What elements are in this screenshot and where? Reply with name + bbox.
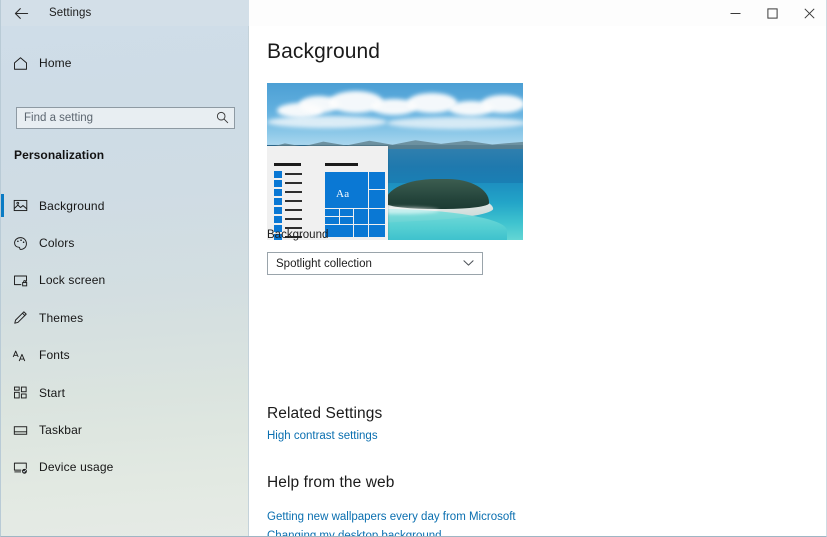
background-field-label: Background — [267, 229, 329, 241]
link-changing-desktop-background[interactable]: Changing my desktop background — [267, 530, 442, 536]
home-icon — [1, 56, 39, 71]
preview-mock-window: Aa — [267, 146, 388, 240]
sidebar-item-lock-screen[interactable]: Lock screen — [1, 262, 248, 299]
sidebar-item-label: Device usage — [39, 460, 114, 475]
preview-mock-line — [285, 191, 302, 194]
link-getting-new-wallpapers[interactable]: Getting new wallpapers every day from Mi… — [267, 511, 516, 523]
sidebar-item-background[interactable]: Background — [1, 187, 248, 224]
main-content: Background Aa Background Spotlight colle… — [250, 26, 826, 536]
cloud-shape — [387, 117, 523, 129]
cloud-shape — [481, 95, 523, 113]
start-tiles-icon — [1, 385, 39, 400]
close-button[interactable] — [791, 0, 826, 26]
sidebar-item-home-label: Home — [39, 56, 72, 70]
sidebar-item-home[interactable]: Home — [1, 47, 248, 79]
background-select[interactable]: Spotlight collection — [267, 252, 483, 275]
search-box[interactable] — [16, 107, 235, 129]
sidebar-item-start[interactable]: Start — [1, 374, 248, 411]
sidebar-item-label: Themes — [39, 310, 84, 325]
link-high-contrast-settings[interactable]: High contrast settings — [267, 430, 378, 442]
sidebar: Home Personalization — [1, 26, 249, 536]
help-from-web-title: Help from the web — [267, 474, 395, 491]
preview-mock-heading-bar — [274, 163, 301, 166]
sidebar-nav-list: Background Colors Lock screen Themes Fon… — [1, 187, 248, 486]
title-bar: Settings — [1, 0, 826, 26]
preview-mock-tile — [274, 207, 282, 214]
picture-icon — [1, 198, 39, 213]
window-controls — [717, 0, 826, 26]
device-usage-icon — [1, 460, 39, 475]
palette-icon — [1, 236, 39, 251]
preview-mock-line — [285, 218, 302, 221]
desktop-preview: Aa — [267, 83, 523, 240]
chevron-down-icon — [463, 259, 474, 267]
minimize-button[interactable] — [717, 0, 754, 26]
preview-mock-body: Aa — [325, 163, 385, 239]
settings-window: Settings Home Find a setting Personaliza… — [0, 0, 827, 537]
page-title: Background — [267, 40, 381, 63]
preview-mock-line — [285, 209, 302, 212]
related-settings-title: Related Settings — [267, 405, 383, 422]
sidebar-item-label: Fonts — [39, 348, 70, 363]
preview-mock-heading-bar — [325, 163, 358, 166]
preview-mock-line — [285, 182, 302, 185]
search-input[interactable] — [16, 107, 235, 129]
sidebar-item-label: Lock screen — [39, 273, 106, 288]
preview-mock-tile — [274, 198, 282, 205]
cloud-shape — [267, 116, 387, 128]
sidebar-item-taskbar[interactable]: Taskbar — [1, 411, 248, 448]
sidebar-item-label: Start — [39, 385, 66, 400]
preview-mock-tile — [274, 189, 282, 196]
preview-mock-tile — [274, 171, 282, 178]
preview-mock-tile — [274, 216, 282, 223]
sidebar-item-label: Colors — [39, 236, 75, 251]
lock-screen-icon — [1, 273, 39, 288]
taskbar-icon — [1, 423, 39, 438]
preview-mock-line — [285, 173, 302, 176]
preview-mock-tile-grid: Aa — [325, 172, 385, 237]
maximize-button[interactable] — [754, 0, 791, 26]
sidebar-item-fonts[interactable]: Fonts — [1, 337, 248, 374]
preview-mock-sidebar — [274, 163, 317, 240]
sidebar-item-label: Taskbar — [39, 423, 83, 438]
preview-mock-line — [285, 200, 302, 203]
fonts-icon — [1, 348, 39, 363]
back-button[interactable] — [1, 0, 41, 26]
sidebar-item-label: Background — [39, 198, 105, 213]
pencil-icon — [1, 310, 39, 325]
window-title: Settings — [49, 7, 92, 19]
sidebar-category-title: Personalization — [14, 148, 105, 162]
preview-mock-aa-text: Aa — [336, 188, 350, 200]
sidebar-item-colors[interactable]: Colors — [1, 224, 248, 261]
preview-mock-tile — [274, 180, 282, 187]
sidebar-item-device-usage[interactable]: Device usage — [1, 449, 248, 486]
background-select-value: Spotlight collection — [276, 257, 372, 270]
sidebar-item-themes[interactable]: Themes — [1, 299, 248, 336]
